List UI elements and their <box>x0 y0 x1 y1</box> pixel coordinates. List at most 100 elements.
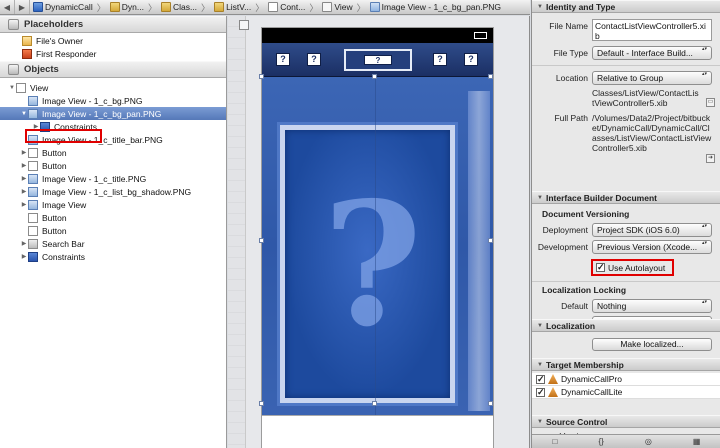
outline-item[interactable]: ▶ Image View - 1_c_list_bg_shadow.PNG <box>0 185 226 198</box>
canvas-scrollbar[interactable] <box>522 36 528 436</box>
outline-item-label: First Responder <box>36 48 97 59</box>
media-library-icon[interactable]: ▦ <box>693 437 701 446</box>
outline-item[interactable]: ▶ Constraints <box>0 250 226 263</box>
outline-item[interactable]: ▶ Search Bar <box>0 237 226 250</box>
localization-section-header[interactable]: ▼ Localization <box>532 319 720 332</box>
location-popup[interactable]: Relative to Group <box>592 71 712 85</box>
outline-item[interactable]: ▶ Image View - 1_c_title.PNG <box>0 172 226 185</box>
title-button-2[interactable]: ? <box>307 53 321 66</box>
outline-item[interactable]: Image View - 1_c_bg.PNG <box>0 94 226 107</box>
breadcrumb-item[interactable]: View <box>319 0 355 14</box>
target-row-lite[interactable]: DynamicCallLite <box>532 386 720 399</box>
default-popup[interactable]: Nothing <box>592 299 712 313</box>
outline-item[interactable]: ▶ Button <box>0 146 226 159</box>
disclosure-triangle-icon[interactable]: ▶ <box>20 162 28 169</box>
object-library-icon[interactable]: ◎ <box>645 437 652 446</box>
target-checkbox[interactable] <box>536 387 545 398</box>
constraints-icon <box>28 251 38 262</box>
identity-section-header[interactable]: ▼ Identity and Type <box>532 0 720 13</box>
disclosure-triangle-icon[interactable]: ▶ <box>20 149 28 156</box>
breadcrumb-item[interactable]: Cont... <box>265 0 308 14</box>
target-name: DynamicCallPro <box>561 374 622 384</box>
breadcrumb: DynamicCall 〉 Dyn... 〉 Clas... 〉 ListV... 〉 Cont… <box>30 0 504 14</box>
breadcrumb-item[interactable]: Clas... <box>158 0 200 14</box>
resize-handle[interactable] <box>372 401 377 406</box>
resize-handle[interactable] <box>259 74 264 79</box>
title-button-4[interactable]: ? <box>433 53 447 66</box>
disclosure-triangle-icon[interactable]: ▶ <box>20 201 28 208</box>
ib-canvas[interactable]: ? ? ? ? ? ? <box>228 16 530 448</box>
location-path: Classes/ListView/ContactListViewControll… <box>592 88 699 108</box>
title-center-image[interactable]: ? <box>344 49 412 71</box>
file-name-field[interactable]: ContactListViewController5.xib <box>592 19 712 41</box>
make-localized-button[interactable]: Make localized... <box>592 338 712 351</box>
resize-handle[interactable] <box>488 401 493 406</box>
cube-icon <box>8 19 19 30</box>
title-right-button[interactable]: ? <box>464 53 478 66</box>
breadcrumb-item[interactable]: Image View - 1_c_bg_pan.PNG <box>367 0 504 14</box>
bg-pan-image[interactable]: ? <box>262 77 493 415</box>
localization-locking-title: Localization Locking <box>542 285 627 295</box>
title-left-button[interactable]: ? <box>276 53 290 66</box>
resize-handle[interactable] <box>372 74 377 79</box>
breadcrumb-item[interactable]: ListV... <box>211 0 254 14</box>
outline-item-label: Button <box>42 212 67 223</box>
breadcrumb-label: View <box>334 2 353 12</box>
deployment-popup[interactable]: Project SDK (iOS 6.0) <box>592 223 712 237</box>
disclosure-triangle-icon[interactable]: ▼ <box>20 111 28 117</box>
disclosure-triangle-icon[interactable]: ▶ <box>20 240 28 247</box>
folder-icon <box>160 2 171 12</box>
view-preview[interactable]: ? ? ? ? ? ? <box>261 27 494 448</box>
forward-arrow-icon[interactable]: ▶ <box>15 0 30 14</box>
outline-item-label: View <box>30 82 49 93</box>
xcode-window: ◀ ▶ DynamicCall 〉 Dyn... 〉 Clas... 〉 ListV... 〉… <box>0 0 720 448</box>
file-type-popup[interactable]: Default - Interface Build... <box>592 46 712 60</box>
target-name: DynamicCallLite <box>561 387 623 397</box>
development-popup[interactable]: Previous Version (Xcode... <box>592 240 712 254</box>
title-center-button[interactable]: ? <box>364 55 392 65</box>
breadcrumb-item[interactable]: Dyn... <box>107 0 147 14</box>
outline-item[interactable]: ▼ Image View - 1_c_bg_pan.PNG <box>0 107 226 120</box>
section-title: Identity and Type <box>546 1 616 12</box>
resize-handle[interactable] <box>259 401 264 406</box>
app-target-icon <box>548 374 558 384</box>
ib-document-section-header[interactable]: ▼ Interface Builder Document <box>532 191 720 204</box>
outline-item[interactable]: Button <box>0 224 226 237</box>
location-label: Location <box>555 73 588 83</box>
source-control-section-header[interactable]: ▼ Source Control <box>532 415 720 428</box>
folder-icon <box>109 2 120 12</box>
outline-item-first-responder[interactable]: First Responder <box>0 47 226 60</box>
outline-item-label: Constraints <box>42 251 85 262</box>
disclosure-triangle-icon[interactable]: ▶ <box>20 175 28 182</box>
back-arrow-icon[interactable]: ◀ <box>0 0 15 14</box>
target-membership-section-header[interactable]: ▼ Target Membership <box>532 358 720 371</box>
reveal-folder-icon[interactable]: ▭ <box>706 98 715 107</box>
outline-item-files-owner[interactable]: File's Owner <box>0 34 226 47</box>
resize-handle[interactable] <box>488 238 493 243</box>
outline-item[interactable]: Button <box>0 211 226 224</box>
placeholders-header[interactable]: Placeholders <box>0 16 226 33</box>
target-row-pro[interactable]: DynamicCallPro <box>532 373 720 386</box>
reveal-in-finder-arrow-icon[interactable]: ➜ <box>706 154 715 163</box>
breadcrumb-item[interactable]: DynamicCall <box>30 0 96 14</box>
target-checkbox[interactable] <box>536 374 545 385</box>
objects-header[interactable]: Objects <box>0 61 226 78</box>
title-bar-image[interactable]: ? ? ? ? ? <box>262 43 493 77</box>
disclosure-triangle-icon[interactable]: ▶ <box>20 253 28 260</box>
resize-handle[interactable] <box>488 74 493 79</box>
code-snippet-icon[interactable]: {} <box>598 437 603 446</box>
outline-item[interactable]: ▼ View <box>0 81 226 94</box>
disclosure-triangle-icon[interactable]: ▶ <box>20 188 28 195</box>
image-view-icon <box>28 199 38 210</box>
xib-icon <box>268 2 279 12</box>
dock-view-icon[interactable] <box>239 20 249 30</box>
section-title: Target Membership <box>546 359 624 370</box>
file-template-icon[interactable]: □ <box>553 437 558 446</box>
resize-handle[interactable] <box>259 238 264 243</box>
breadcrumb-label: ListV... <box>226 2 252 12</box>
autolayout-checkbox[interactable] <box>596 262 605 273</box>
outline-item[interactable]: ▶ Button <box>0 159 226 172</box>
breadcrumb-separator: 〉 <box>255 2 265 13</box>
outline-item[interactable]: ▶ Image View <box>0 198 226 211</box>
disclosure-triangle-icon[interactable]: ▼ <box>8 85 16 91</box>
